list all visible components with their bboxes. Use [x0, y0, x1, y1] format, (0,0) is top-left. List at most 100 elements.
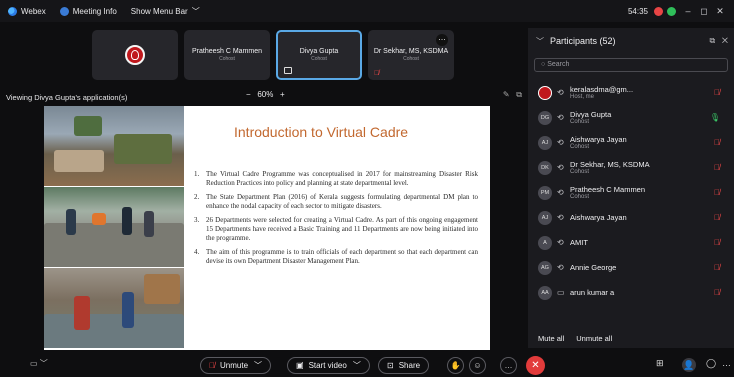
participants-header: ﹀ Participants (52) ⧉ ✕ — [528, 28, 734, 54]
recording-icon[interactable] — [654, 6, 663, 16]
close-panel-icon[interactable]: ✕ — [722, 36, 728, 45]
viewing-label: Viewing Divya Gupta's application(s) — [6, 92, 128, 102]
unmute-button[interactable]: 🎙̸ Unmute ﹀ — [200, 357, 272, 374]
share-viewing-bar: Viewing Divya Gupta's application(s) − 6… — [6, 90, 522, 104]
mic-muted-icon: 🎙̸ — [374, 70, 380, 77]
list-item[interactable]: AG ⟲ Annie George 🎙̸ — [528, 255, 734, 280]
mic-muted-icon[interactable]: 🎙̸ — [714, 263, 720, 272]
meeting-controls-bar: ▭ ﹀ 🎙̸ Unmute ﹀ ▣̸ Start video ﹀ ⊡ Share… — [0, 354, 734, 377]
list-item[interactable]: AA ▭ arun kumar a 🎙̸ — [528, 280, 734, 305]
point-text: The Virtual Cadre Programme was conceptu… — [206, 170, 478, 187]
close-icon[interactable]: ✕ — [712, 6, 728, 17]
zoom-level: 60% — [257, 90, 274, 99]
sharing-screen-icon — [284, 67, 292, 74]
video-tile-host[interactable] — [92, 30, 178, 80]
chevron-down-icon: ﹀ — [191, 6, 200, 16]
list-item[interactable]: AJ ⟲ Aishwarya Jayan Cohost 🎙̸ — [528, 130, 734, 155]
avatar: A — [538, 235, 552, 250]
tile-role: Cohost — [403, 56, 419, 62]
participant-name: Dr Sekhar, MS, KSDMA — [570, 160, 650, 169]
raise-hand-icon[interactable]: ✋ — [447, 357, 464, 374]
flood-rescue-photo — [44, 187, 184, 268]
list-item: 3. 26 Departments were selected for creat… — [194, 216, 478, 242]
sync-icon: ⟲ — [557, 113, 564, 122]
chevron-down-icon: ﹀ — [254, 361, 263, 370]
view-options: ✎ ⧉ — [503, 90, 522, 100]
list-item: 2. The State Department Plan (2016) of Ke… — [194, 193, 478, 210]
connection-status-icon[interactable] — [667, 6, 676, 16]
avatar: AG — [538, 260, 552, 275]
participant-search-input[interactable]: ○ Search ⇅ — [534, 58, 728, 72]
video-tile-pratheesh[interactable]: Pratheesh C Mammen Cohost — [184, 30, 270, 80]
layout-icon[interactable]: ⊞ — [656, 358, 664, 369]
mic-muted-icon[interactable]: 🎙̸ — [714, 213, 720, 222]
ksdma-logo-icon — [125, 45, 145, 65]
reactions-icon[interactable]: ☺ — [469, 357, 486, 374]
zoom-in-button[interactable]: + — [280, 90, 285, 99]
avatar: PM — [538, 185, 552, 200]
start-video-button[interactable]: ▣̸ Start video ﹀ — [287, 357, 370, 374]
minimize-icon[interactable]: – — [680, 6, 696, 16]
webex-logo-icon — [8, 6, 17, 16]
fit-to-window-icon[interactable]: ⧉ — [516, 90, 522, 99]
slide-photos — [44, 106, 184, 350]
unmute-all-button[interactable]: Unmute all — [576, 334, 612, 343]
search-placeholder: Search — [547, 61, 570, 68]
more-panels-icon[interactable]: … — [722, 358, 731, 368]
unmute-label: Unmute — [220, 361, 249, 370]
tile-role: Cohost — [311, 56, 327, 62]
mic-muted-icon[interactable]: 🎙̸ — [714, 238, 720, 247]
webex-app-label: Webex — [8, 6, 46, 16]
participants-icon[interactable]: 👤 — [682, 358, 696, 372]
captions-button[interactable]: ▭ ﹀ — [30, 358, 48, 369]
show-menu-bar-label: Show Menu Bar — [130, 6, 188, 16]
point-number: 3. — [194, 216, 200, 225]
share-button[interactable]: ⊡ Share — [378, 357, 430, 374]
avatar: AJ — [538, 135, 552, 150]
show-menu-bar-button[interactable]: Show Menu Bar ﹀ — [131, 6, 200, 17]
video-tile-divya[interactable]: Divya Gupta Cohost — [276, 30, 362, 80]
mic-muted-icon[interactable]: 🎙̸ — [714, 163, 720, 172]
maximize-icon[interactable]: ◻ — [696, 6, 712, 17]
device-icon: ▭ — [557, 288, 565, 297]
list-item[interactable]: DK ⟲ Dr Sekhar, MS, KSDMA Cohost 🎙̸ — [528, 155, 734, 180]
leave-meeting-button[interactable]: ✕ — [526, 356, 545, 375]
list-item[interactable]: AJ ⟲ Aishwarya Jayan 🎙̸ — [528, 205, 734, 230]
participant-name: Divya Gupta — [570, 110, 612, 119]
avatar: AA — [538, 285, 552, 300]
list-item[interactable]: DG ⟲ Divya Gupta Cohost 🎙 — [528, 105, 734, 130]
participants-title: Participants (52) — [550, 36, 616, 46]
collapse-chevron-icon[interactable]: ﹀ — [536, 36, 544, 47]
participant-role: Cohost — [570, 194, 590, 200]
mute-all-button[interactable]: Mute all — [538, 334, 564, 343]
meeting-info-button[interactable]: Meeting Info — [59, 6, 117, 16]
video-tile-sekhar[interactable]: … Dr Sekhar, MS, KSDMA Cohost 🎙̸ — [368, 30, 454, 80]
sync-icon: ⟲ — [557, 213, 564, 222]
start-video-label: Start video — [308, 361, 347, 370]
annotate-icon[interactable]: ✎ — [503, 90, 510, 99]
more-options-icon[interactable]: … — [436, 34, 448, 46]
mic-muted-icon[interactable]: 🎙̸ — [714, 88, 720, 97]
mic-active-icon[interactable]: 🎙 — [710, 113, 720, 122]
participant-role: Cohost — [570, 169, 590, 175]
mic-muted-icon[interactable]: 🎙̸ — [714, 138, 720, 147]
list-item[interactable]: A ⟲ AMIT 🎙̸ — [528, 230, 734, 255]
list-item[interactable]: PM ⟲ Pratheesh C Mammen Cohost 🎙̸ — [528, 180, 734, 205]
popout-icon[interactable]: ⧉ — [710, 36, 716, 45]
slide-title: Introduction to Virtual Cadre — [234, 124, 409, 140]
participant-role: Cohost — [570, 144, 590, 150]
landslide-photo — [44, 106, 184, 187]
video-off-icon: ▣̸ — [296, 361, 304, 370]
more-options-icon[interactable]: … — [500, 357, 517, 374]
tile-name: Dr Sekhar, MS, KSDMA — [373, 48, 449, 55]
mic-muted-icon: 🎙̸ — [209, 361, 215, 370]
mic-muted-icon[interactable]: 🎙̸ — [714, 288, 720, 297]
chat-icon[interactable]: ◯ — [706, 358, 716, 369]
tile-name: Pratheesh C Mammen — [191, 48, 263, 55]
participant-name: AMIT — [570, 238, 588, 247]
mic-muted-icon[interactable]: 🎙̸ — [714, 188, 720, 197]
title-bar-right: 54:35 – ◻ ✕ — [628, 0, 728, 22]
list-item[interactable]: ⟲ keralasdma@gm... Host, me 🎙̸ — [528, 80, 734, 105]
participant-name: arun kumar a — [570, 288, 615, 297]
zoom-out-button[interactable]: − — [246, 90, 251, 99]
